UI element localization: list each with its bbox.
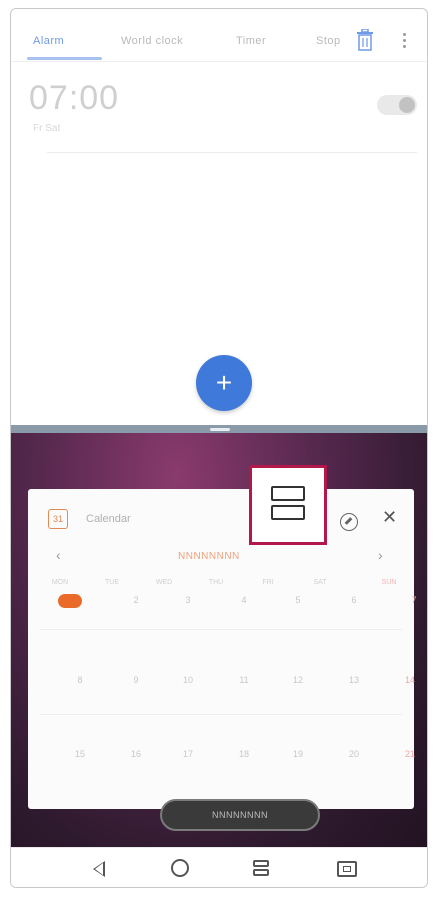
home-button[interactable] xyxy=(169,858,193,880)
trash-icon[interactable] xyxy=(356,29,374,51)
home-icon xyxy=(171,859,189,877)
weekday-label: THU xyxy=(208,579,224,586)
calendar-widget[interactable]: 31 Calendar ✕ ‹ NNNNNNNN › MON TUE WED T… xyxy=(28,489,417,831)
calendar-day[interactable]: 6 xyxy=(342,595,366,605)
weekday-label: SAT xyxy=(313,579,327,586)
calendar-day[interactable]: 16 xyxy=(124,749,148,759)
tab-divider xyxy=(11,61,427,62)
week-divider xyxy=(40,714,402,715)
tab-timer[interactable]: Timer xyxy=(236,35,266,47)
calendar-day[interactable]: 17 xyxy=(176,749,200,759)
back-icon xyxy=(93,861,105,877)
pin-icon[interactable] xyxy=(340,513,358,531)
calendar-day[interactable]: 14 xyxy=(398,675,422,685)
week-divider xyxy=(40,629,402,630)
close-icon[interactable]: ✕ xyxy=(382,507,397,528)
alarm-toggle[interactable] xyxy=(377,95,417,115)
calendar-day[interactable]: 9 xyxy=(124,675,148,685)
calendar-day[interactable]: 18 xyxy=(232,749,256,759)
add-icon: + xyxy=(215,367,233,398)
alarm-divider xyxy=(47,152,417,153)
more-icon[interactable] xyxy=(403,31,407,51)
month-label: NNNNNNNN xyxy=(178,551,240,562)
alarm-time[interactable]: 07:00 xyxy=(29,79,119,118)
split-divider-bar[interactable] xyxy=(11,425,427,433)
calendar-day[interactable]: 3 xyxy=(176,595,200,605)
calendar-icon: 31 xyxy=(48,509,68,529)
calendar-day[interactable]: 21 xyxy=(398,749,422,759)
add-alarm-button[interactable]: + xyxy=(196,355,252,411)
calendar-day[interactable]: 15 xyxy=(68,749,92,759)
alarm-repeat: Fr Sat xyxy=(33,123,61,134)
tab-world-clock[interactable]: World clock xyxy=(121,35,183,47)
split-screen-icon[interactable] xyxy=(271,486,307,522)
calendar-bottom-button[interactable]: NNNNNNNN xyxy=(160,799,320,831)
back-button[interactable] xyxy=(87,858,111,880)
calendar-day[interactable]: 8 xyxy=(68,675,92,685)
weekday-label: SUN xyxy=(381,579,397,586)
recents-icon xyxy=(337,861,357,877)
split-screen-button[interactable] xyxy=(249,860,273,882)
weekday-label: MON xyxy=(51,579,69,586)
calendar-day[interactable]: 10 xyxy=(176,675,200,685)
weekday-label: TUE xyxy=(105,579,119,586)
calendar-day[interactable]: 5 xyxy=(286,595,310,605)
calendar-title: Calendar xyxy=(86,513,131,525)
weekday-label: WED xyxy=(155,579,173,586)
today-marker[interactable] xyxy=(58,594,82,608)
calendar-day[interactable]: 20 xyxy=(342,749,366,759)
recents-button[interactable] xyxy=(335,858,359,880)
calendar-day[interactable]: 11 xyxy=(232,675,256,685)
active-tab-indicator xyxy=(27,57,102,60)
tab-stopwatch[interactable]: Stop xyxy=(316,35,341,47)
calendar-day[interactable]: 12 xyxy=(286,675,310,685)
split-screen-highlight xyxy=(249,465,327,545)
calendar-day[interactable]: 2 xyxy=(124,595,148,605)
calendar-day[interactable]: 19 xyxy=(286,749,310,759)
prev-month-button[interactable]: ‹ xyxy=(56,547,61,563)
tab-alarm[interactable]: Alarm xyxy=(33,35,64,47)
calendar-day[interactable]: 4 xyxy=(232,595,256,605)
system-nav-bar xyxy=(11,847,427,887)
calendar-day[interactable]: 7 xyxy=(402,595,426,605)
weekday-label: FRI xyxy=(262,579,274,586)
next-month-button[interactable]: › xyxy=(378,547,383,563)
split-handle[interactable] xyxy=(210,428,230,431)
device-screen: Alarm World clock Timer Stop 07:00 Fr Sa… xyxy=(10,8,428,888)
calendar-day[interactable]: 13 xyxy=(342,675,366,685)
